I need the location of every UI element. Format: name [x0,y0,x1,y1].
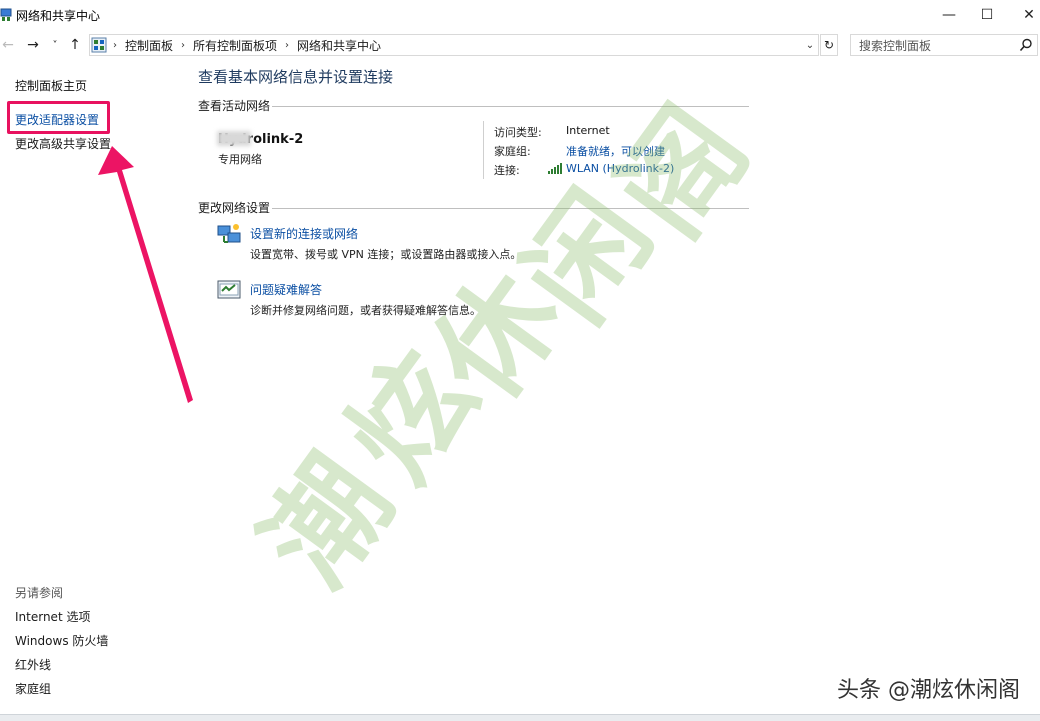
breadcrumb-all-items[interactable]: 所有控制面板项 [193,37,277,54]
setup-connection-description: 设置宽带、拨号或 VPN 连接；或设置路由器或接入点。 [250,248,522,261]
breadcrumb-separator-icon[interactable]: › [181,40,185,51]
back-arrow-icon[interactable]: ← [0,35,16,55]
homegroup-label: 家庭组: [494,145,531,158]
see-also-heading: 另请参阅 [15,586,64,600]
network-icon [0,8,12,21]
vertical-divider [483,121,484,179]
sidebar-item-advanced-sharing[interactable]: 更改高级共享设置 [15,135,111,152]
up-arrow-icon[interactable]: ↑ [66,35,84,55]
breadcrumb-control-panel[interactable]: 控制面板 [125,37,173,54]
network-sharing-center-window: 网络和共享中心 — ☐ ✕ ← → ˅ ↑ › 控制面板 › 所有控制面板项 ›… [0,0,1040,721]
window-title: 网络和共享中心 [16,9,101,23]
section-divider [272,106,749,107]
change-settings-heading: 更改网络设置 [198,201,271,215]
search-input[interactable]: 搜索控制面板 [850,34,1038,56]
breadcrumb-separator-icon: › [113,39,117,51]
see-also-internet-options[interactable]: Internet 选项 [15,608,90,625]
connection-label: 连接: [494,164,520,177]
troubleshoot-link[interactable]: 问题疑难解答 [250,281,322,298]
source-watermark-text: 头条 @潮炫休闲阁 [837,678,1020,703]
title-bar: 网络和共享中心 — ☐ ✕ [0,0,1040,30]
access-type-label: 访问类型: [494,126,542,139]
access-type-value: Internet [566,124,610,137]
network-type[interactable]: 专用网络 [218,151,262,167]
left-navigation-pane: 控制面板主页 更改适配器设置 更改高级共享设置 另请参阅 Internet 选项… [0,60,180,721]
see-also-infrared[interactable]: 红外线 [15,656,51,673]
troubleshoot-description: 诊断并修复网络问题，或者获得疑难解答信息。 [250,304,481,317]
new-connection-icon [217,224,241,243]
recent-locations-chevron-icon[interactable]: ˅ [49,35,61,55]
search-icon[interactable] [1019,38,1033,52]
watermark: 潮 炫 休 闲 阁 [237,83,773,610]
breadcrumb-network-center[interactable]: 网络和共享中心 [297,37,381,54]
see-also-homegroup[interactable]: 家庭组 [15,680,51,697]
highlight-box [7,101,110,134]
close-button[interactable]: ✕ [1006,0,1040,30]
forward-arrow-icon[interactable]: → [24,35,42,55]
setup-connection-link[interactable]: 设置新的连接或网络 [250,225,358,242]
watermark-char: 炫 [321,328,504,505]
page-title: 查看基本网络信息并设置连接 [198,68,394,86]
wifi-signal-icon [548,163,562,174]
homegroup-link[interactable]: 准备就绪，可以创建 [566,143,665,159]
breadcrumb: › 控制面板 › 所有控制面板项 › 网络和共享中心 [113,37,389,54]
wlan-connection-link[interactable]: WLAN (Hydrolink-2) [566,162,674,175]
troubleshoot-icon [217,280,241,299]
section-divider [272,208,749,209]
address-dropdown-icon[interactable]: ⌄ [802,35,818,55]
refresh-button[interactable]: ↻ [820,34,838,56]
control-panel-home-link[interactable]: 控制面板主页 [15,77,87,94]
redaction-blur [217,131,251,146]
control-panel-icon [91,37,107,53]
status-strip [0,714,1040,721]
address-bar[interactable]: › 控制面板 › 所有控制面板项 › 网络和共享中心 ⌄ [89,34,819,56]
see-also-windows-firewall[interactable]: Windows 防火墙 [15,632,108,649]
active-networks-heading: 查看活动网络 [198,99,271,113]
watermark-char: 潮 [236,433,419,610]
maximize-button[interactable]: ☐ [964,0,1010,30]
navigation-bar: ← → ˅ ↑ › 控制面板 › 所有控制面板项 › 网络和共享中心 ⌄ ↻ 搜… [0,32,1040,58]
search-placeholder: 搜索控制面板 [859,38,932,53]
breadcrumb-separator-icon[interactable]: › [285,40,289,51]
